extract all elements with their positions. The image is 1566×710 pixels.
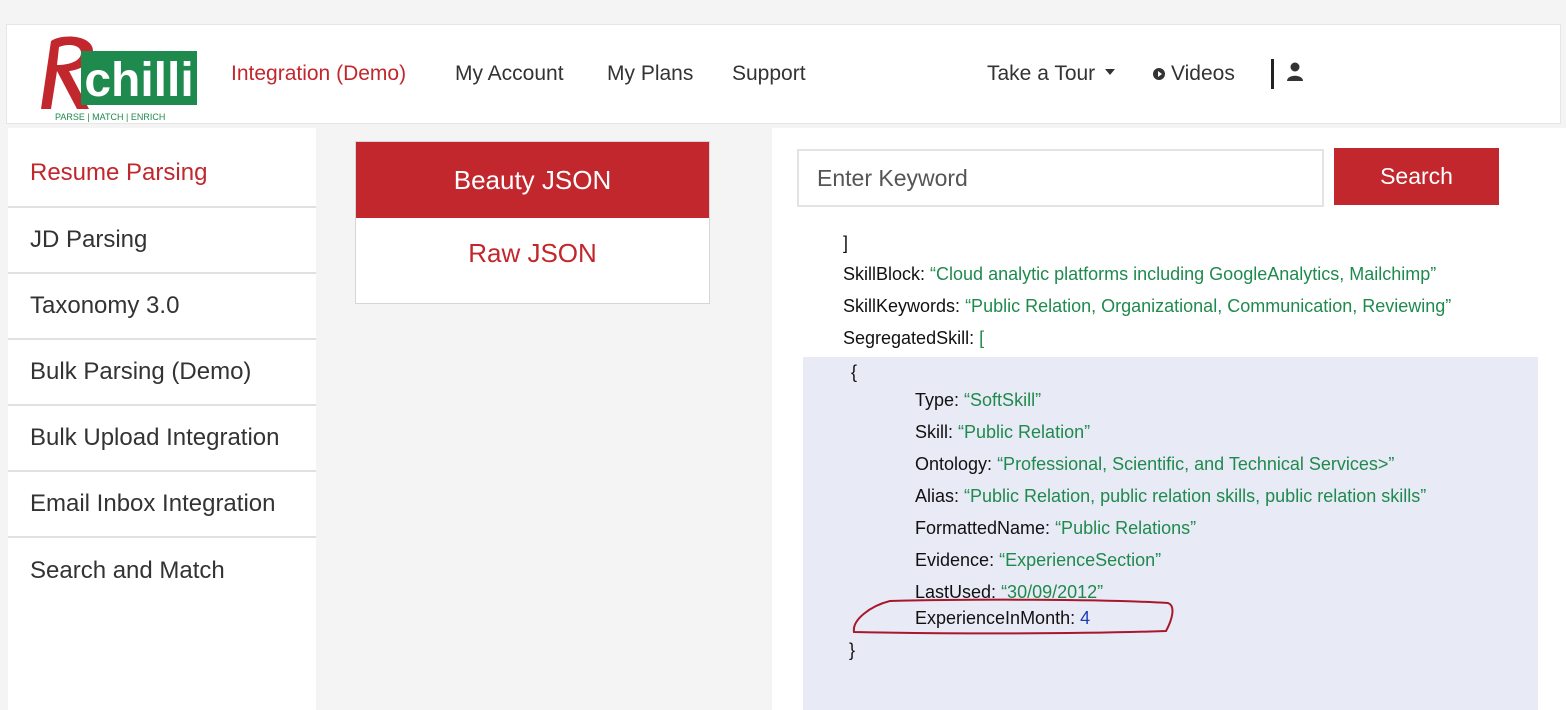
json-value: [: [979, 328, 985, 348]
nav-support[interactable]: Support: [732, 62, 806, 86]
json-value: “Public Relation”: [958, 422, 1091, 442]
json-line-skillblock: SkillBlock: “Cloud analytic platforms in…: [843, 264, 1437, 284]
sidebar-item-bulk-parsing[interactable]: Bulk Parsing (Demo): [8, 340, 316, 406]
json-value: “Professional, Scientific, and Technical…: [997, 454, 1395, 474]
sidebar-item-jd-parsing[interactable]: JD Parsing: [8, 208, 316, 274]
play-circle-icon: [1153, 68, 1165, 80]
sidebar-item-email-inbox[interactable]: Email Inbox Integration: [8, 472, 316, 538]
sidebar-item-bulk-upload[interactable]: Bulk Upload Integration: [8, 406, 316, 472]
json-field-skill: Skill: “Public Relation”: [915, 422, 1091, 442]
json-value: “Public Relations”: [1055, 518, 1197, 538]
logo-tagline: PARSE | MATCH | ENRICH: [55, 112, 165, 122]
sidebar: Resume Parsing JD Parsing Taxonomy 3.0 B…: [8, 128, 316, 710]
tab-beauty-json[interactable]: Beauty JSON: [356, 142, 709, 218]
json-key: Alias: [915, 486, 955, 506]
json-key: Ontology: [915, 454, 988, 474]
keyword-search-input[interactable]: [797, 149, 1324, 207]
json-field-type: Type: “SoftSkill”: [915, 390, 1042, 410]
json-line-skillkeywords: SkillKeywords: “Public Relation, Organiz…: [843, 296, 1452, 316]
json-key: Skill: [915, 422, 949, 442]
videos-label: Videos: [1171, 62, 1235, 85]
json-key: SegregatedSkill: [843, 328, 970, 348]
annotation-circle: [852, 598, 1174, 635]
json-value: “Cloud analytic platforms including Goog…: [930, 264, 1437, 284]
user-icon[interactable]: [1287, 62, 1303, 87]
logo-text: chilli: [84, 54, 193, 107]
nav-divider: [1271, 59, 1274, 89]
json-key: SkillBlock: [843, 264, 921, 284]
json-close-brace: }: [849, 640, 856, 660]
json-key: FormattedName: [915, 518, 1046, 538]
sidebar-item-resume-parsing[interactable]: Resume Parsing: [8, 128, 316, 208]
sidebar-item-taxonomy[interactable]: Taxonomy 3.0: [8, 274, 316, 340]
json-view-tabs: Beauty JSON Raw JSON: [355, 141, 710, 304]
json-field-formattedname: FormattedName: “Public Relations”: [915, 518, 1197, 538]
json-key: Evidence: [915, 550, 990, 570]
json-field-evidence: Evidence: “ExperienceSection”: [915, 550, 1162, 570]
json-value: “ExperienceSection”: [999, 550, 1162, 570]
json-key: SkillKeywords: [843, 296, 956, 316]
nav-my-account[interactable]: My Account: [455, 62, 564, 86]
json-open-brace: {: [851, 362, 858, 382]
json-value: “SoftSkill”: [964, 390, 1042, 410]
json-value: “Public Relation, Organizational, Commun…: [965, 296, 1452, 316]
json-close-bracket: ]: [843, 233, 849, 253]
json-key: Type: [915, 390, 955, 410]
nav-integration-demo[interactable]: Integration (Demo): [231, 62, 406, 86]
json-line-segregatedskill: SegregatedSkill: [: [843, 328, 985, 348]
json-field-alias: Alias: “Public Relation, public relation…: [915, 486, 1427, 506]
videos-link[interactable]: Videos: [1153, 62, 1235, 86]
json-value: “Public Relation, public relation skills…: [964, 486, 1427, 506]
take-a-tour-dropdown[interactable]: Take a Tour: [987, 62, 1116, 86]
json-field-ontology: Ontology: “Professional, Scientific, and…: [915, 454, 1395, 474]
sidebar-item-search-match[interactable]: Search and Match: [8, 538, 316, 604]
take-a-tour-label: Take a Tour: [987, 62, 1096, 85]
nav-my-plans[interactable]: My Plans: [607, 62, 693, 86]
rchilli-logo[interactable]: chilli PARSE | MATCH | ENRICH: [33, 31, 203, 122]
tab-raw-json[interactable]: Raw JSON: [356, 218, 709, 288]
search-button[interactable]: Search: [1334, 148, 1499, 205]
caret-down-icon: [1105, 69, 1116, 76]
top-navbar: chilli PARSE | MATCH | ENRICH Integratio…: [6, 24, 1561, 124]
